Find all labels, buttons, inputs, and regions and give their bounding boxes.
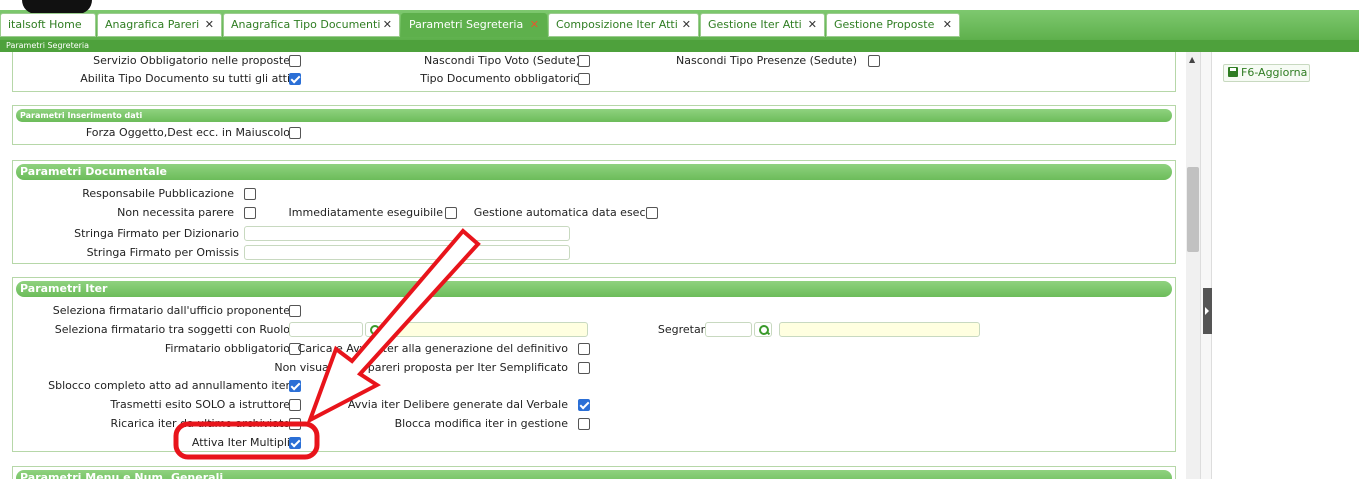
scrollbar-thumb[interactable]: [1187, 167, 1199, 252]
section-title: Parametri Menu e Num. Generali: [16, 470, 1172, 479]
responsabile-pubblicazione-checkbox[interactable]: [244, 188, 256, 200]
checkbox-label: Abilita Tipo Documento su tutti gli atti: [80, 72, 290, 85]
section-title: Parametri Inserimento dati: [16, 109, 1172, 122]
tab-label: Gestione Iter Atti: [708, 18, 802, 31]
checkbox-label: Sblocco completo atto ad annullamento it…: [48, 379, 290, 392]
iter-section: Parametri Iter Seleziona firmatario dall…: [12, 277, 1176, 452]
nascondi-tipo-presenze-checkbox[interactable]: [868, 55, 880, 67]
checkbox-label: Tipo Documento obbligatorio: [420, 72, 580, 85]
tab-gestione-iter-atti[interactable]: Gestione Iter Atti ✕: [700, 13, 825, 37]
attiva-iter-multipli-checkbox[interactable]: [289, 437, 301, 449]
checkbox-label: Nascondi Tipo Voto (Sedute): [424, 54, 580, 67]
close-icon[interactable]: ✕: [383, 14, 392, 36]
ruolo-code-input[interactable]: [289, 322, 363, 337]
checkbox-label: Firmatario obbligatorio: [164, 342, 290, 355]
avvia-iter-delibere-checkbox[interactable]: [578, 399, 590, 411]
breadcrumb: Parametri Segreteria: [0, 40, 1359, 52]
forza-maiuscolo-checkbox[interactable]: [289, 127, 301, 139]
checkbox-label: Avvia iter Delibere generate dal Verbale: [347, 398, 568, 411]
search-icon[interactable]: [754, 322, 772, 337]
abilita-tipo-documento-checkbox[interactable]: [289, 73, 301, 85]
checkbox-label: Ricarica iter da ultimo archiviato: [110, 417, 290, 430]
sblocco-completo-checkbox[interactable]: [289, 380, 301, 392]
section-title: Parametri Iter: [16, 281, 1172, 297]
immediatamente-eseguibile-checkbox[interactable]: [445, 207, 457, 219]
checkbox-label: Servizio Obbligatorio nelle proposte: [93, 54, 290, 67]
scroll-up-icon[interactable]: ▲: [1189, 55, 1195, 64]
tab-label: Parametri Segreteria: [409, 18, 524, 31]
ricarica-iter-checkbox[interactable]: [289, 418, 301, 430]
tab-composizione-iter-atti[interactable]: Composizione Iter Atti ✕: [548, 13, 699, 37]
close-icon[interactable]: ✕: [943, 14, 952, 36]
close-icon[interactable]: ✕: [205, 14, 214, 36]
trasmetti-esito-checkbox[interactable]: [289, 399, 301, 411]
sidebar-divider: [1200, 52, 1212, 479]
segretario-code-input[interactable]: [705, 322, 752, 337]
floppy-icon: [1228, 67, 1238, 77]
tab-label: Anagrafica Pareri: [105, 18, 200, 31]
field-label: Seleziona firmatario tra soggetti con Ru…: [54, 323, 290, 336]
tab-label: Anagrafica Tipo Documenti: [231, 18, 381, 31]
app-window: italsoft Home Anagrafica Pareri ✕ Anagra…: [0, 0, 1359, 479]
checkbox-label: Blocca modifica iter in gestione: [394, 417, 568, 430]
checkbox-label: Non visualizzare pareri proposta per Ite…: [274, 361, 568, 374]
segretario-description-input[interactable]: [779, 322, 980, 337]
tab-anagrafica-pareri[interactable]: Anagrafica Pareri ✕: [97, 13, 222, 37]
non-necessita-parere-checkbox[interactable]: [244, 207, 256, 219]
logo: [22, 0, 92, 14]
carica-avvia-iter-checkbox[interactable]: [578, 343, 590, 355]
tab-label: italsoft Home: [8, 18, 82, 31]
stringa-dizionario-input[interactable]: [244, 226, 570, 241]
tab-parametri-segreteria[interactable]: Parametri Segreteria ✕: [401, 13, 547, 37]
checkbox-label: Attiva Iter Multipli: [191, 436, 290, 449]
servizio-obbligatorio-checkbox[interactable]: [289, 55, 301, 67]
checkbox-label: Gestione automatica data esec.: [473, 206, 649, 219]
close-icon[interactable]: ✕: [530, 14, 539, 36]
stringa-omissis-input[interactable]: [244, 245, 570, 260]
sidebar-toggle[interactable]: [1203, 288, 1212, 334]
close-icon[interactable]: ✕: [808, 14, 817, 36]
nascondi-tipo-voto-checkbox[interactable]: [578, 55, 590, 67]
section-title: Parametri Documentale: [16, 164, 1172, 180]
checkbox-label: Non necessita parere: [117, 206, 234, 219]
checkbox-label: Trasmetti esito SOLO a istruttore: [110, 398, 290, 411]
vertical-scrollbar[interactable]: ▲: [1186, 52, 1200, 479]
field-label: Stringa Firmato per Dizionario: [74, 227, 239, 240]
tipo-documento-obbligatorio-checkbox[interactable]: [578, 73, 590, 85]
checkbox-label: Forza Oggetto,Dest ecc. in Maiuscolo: [85, 126, 290, 139]
checkbox-label: Seleziona firmatario dall'ufficio propon…: [52, 304, 290, 317]
checkbox-label: Responsabile Pubblicazione: [82, 187, 234, 200]
save-label: F6-Aggiorna: [1241, 66, 1308, 79]
form-content: Servizio Obbligatorio nelle proposte Nas…: [0, 52, 1186, 479]
blocca-modifica-iter-checkbox[interactable]: [578, 418, 590, 430]
ruolo-description-input[interactable]: [383, 322, 588, 337]
tab-bar: italsoft Home Anagrafica Pareri ✕ Anagra…: [0, 0, 1359, 40]
search-icon[interactable]: [365, 322, 383, 337]
tab-italsoft-home[interactable]: italsoft Home: [0, 13, 96, 37]
checkbox-label: Immediatamente eseguibile: [288, 206, 443, 219]
close-icon[interactable]: ✕: [682, 14, 691, 36]
tab-label: Gestione Proposte: [834, 18, 935, 31]
top-section: Servizio Obbligatorio nelle proposte Nas…: [12, 52, 1176, 92]
checkbox-label: Carica e Avvia Iter alla generazione del…: [297, 342, 568, 355]
checkbox-label: Nascondi Tipo Presenze (Sedute): [676, 54, 857, 67]
firmatario-ufficio-checkbox[interactable]: [289, 305, 301, 317]
non-visualizzare-pareri-checkbox[interactable]: [578, 362, 590, 374]
tab-label: Composizione Iter Atti: [556, 18, 678, 31]
field-label: Stringa Firmato per Omissis: [86, 246, 239, 259]
tab-gestione-proposte[interactable]: Gestione Proposte ✕: [826, 13, 960, 37]
tab-anagrafica-tipo-documenti[interactable]: Anagrafica Tipo Documenti ✕: [223, 13, 400, 37]
documentale-section: Parametri Documentale Responsabile Pubbl…: [12, 160, 1176, 264]
gestione-automatica-data-checkbox[interactable]: [646, 207, 658, 219]
menu-section: Parametri Menu e Num. Generali: [12, 466, 1176, 479]
inserimento-section: Parametri Inserimento dati Forza Oggetto…: [12, 105, 1176, 145]
save-button[interactable]: F6-Aggiorna: [1223, 64, 1310, 82]
